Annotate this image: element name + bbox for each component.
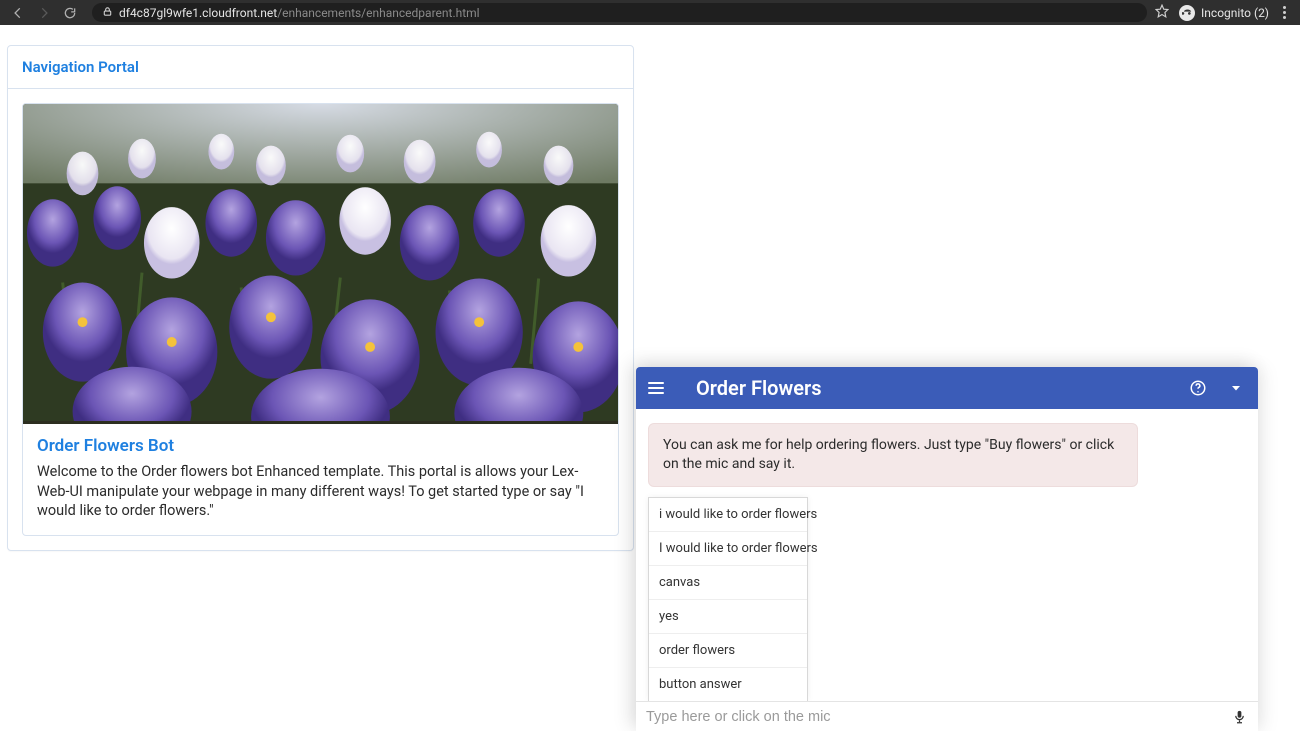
- inner-card-description: Welcome to the Order flowers bot Enhance…: [37, 462, 604, 521]
- bookmark-icon[interactable]: [1155, 4, 1169, 21]
- chat-text-input[interactable]: [646, 702, 1222, 731]
- help-icon[interactable]: [1188, 379, 1208, 397]
- suggestion-item[interactable]: i would like to order flowers: [649, 498, 807, 532]
- address-bar[interactable]: df4c87gl9wfe1.cloudfront.net/enhancement…: [92, 3, 1147, 22]
- suggestion-item[interactable]: button answer: [649, 668, 807, 701]
- url-text: df4c87gl9wfe1.cloudfront.net/enhancement…: [119, 6, 480, 20]
- chat-body: You can ask me for help ordering flowers…: [636, 409, 1258, 701]
- suggestion-item[interactable]: I would like to order flowers: [649, 532, 807, 566]
- suggestion-item[interactable]: canvas: [649, 566, 807, 600]
- menu-icon[interactable]: [648, 382, 664, 394]
- card-body: Order Flowers Bot Welcome to the Order f…: [8, 89, 633, 550]
- navigation-portal-card: Navigation Portal: [7, 45, 634, 551]
- url-host: df4c87gl9wfe1.cloudfront.net: [119, 6, 277, 20]
- suggestion-item[interactable]: yes: [649, 600, 807, 634]
- chat-input-row: [636, 701, 1258, 731]
- inner-card: Order Flowers Bot Welcome to the Order f…: [22, 103, 619, 536]
- kebab-menu-icon[interactable]: [1279, 6, 1290, 19]
- card-header: Navigation Portal: [8, 46, 633, 89]
- nav-buttons: [6, 5, 84, 21]
- toolbar-right: Incognito (2): [1155, 4, 1294, 21]
- incognito-label: Incognito (2): [1201, 6, 1269, 20]
- chat-panel: Order Flowers You can ask me for help or…: [636, 367, 1258, 731]
- hero-image: [23, 104, 618, 424]
- incognito-icon: [1179, 5, 1195, 21]
- forward-button[interactable]: [36, 5, 52, 21]
- reload-button[interactable]: [62, 5, 78, 21]
- suggestion-item[interactable]: order flowers: [649, 634, 807, 668]
- inner-card-title: Order Flowers Bot: [37, 436, 604, 456]
- incognito-indicator[interactable]: Incognito (2): [1179, 5, 1269, 21]
- chat-header: Order Flowers: [636, 367, 1258, 409]
- suggestion-dropdown: i would like to order flowers I would li…: [648, 497, 808, 701]
- browser-toolbar: df4c87gl9wfe1.cloudfront.net/enhancement…: [0, 0, 1300, 25]
- back-button[interactable]: [10, 5, 26, 21]
- chat-title: Order Flowers: [696, 376, 1170, 400]
- mic-icon[interactable]: [1230, 709, 1248, 724]
- lock-icon: [102, 6, 113, 20]
- bot-message: You can ask me for help ordering flowers…: [648, 423, 1138, 487]
- url-path: /enhancements/enhancedparent.html: [277, 6, 479, 20]
- inner-card-text: Order Flowers Bot Welcome to the Order f…: [23, 424, 618, 535]
- page-body: Navigation Portal: [0, 25, 1300, 731]
- chevron-down-icon[interactable]: [1226, 382, 1246, 394]
